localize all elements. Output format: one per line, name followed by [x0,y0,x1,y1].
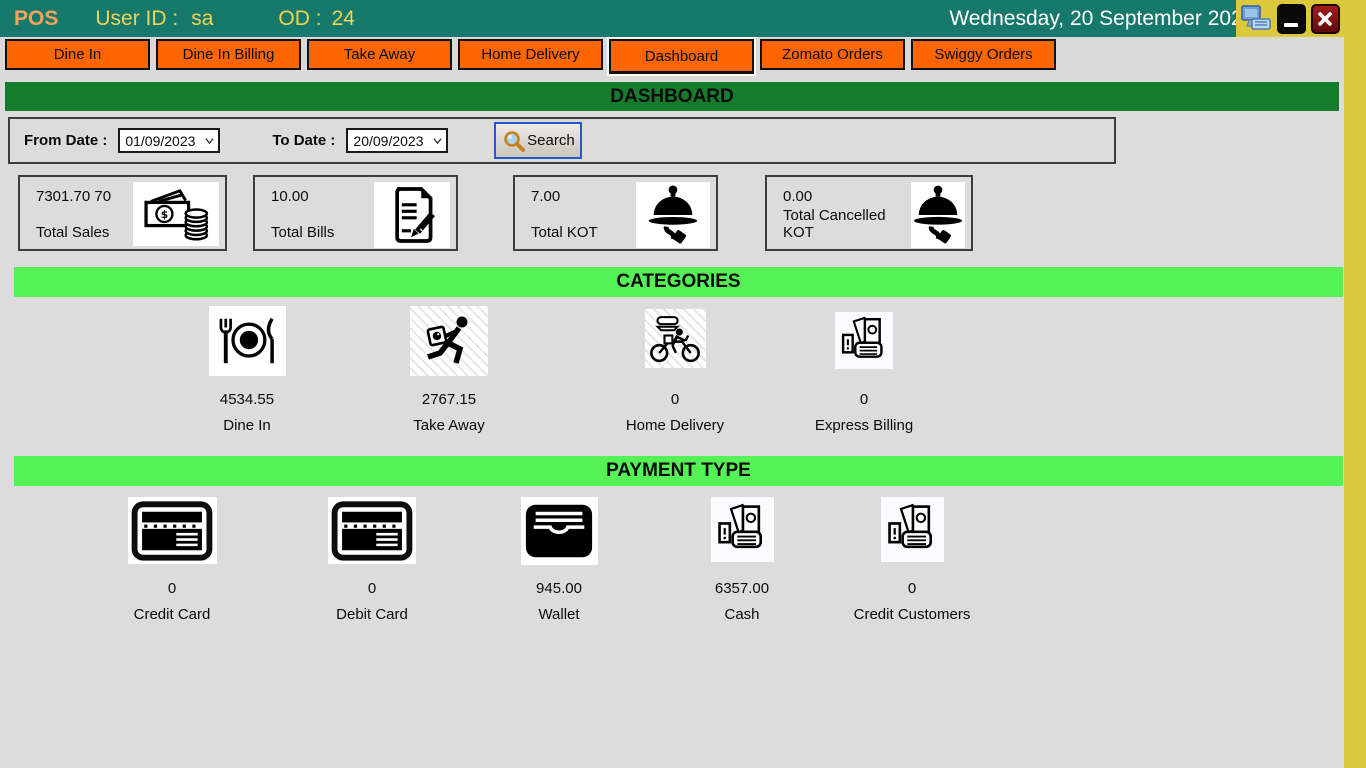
search-icon [502,129,526,153]
to-date-value: 20/09/2023 [353,133,423,149]
close-icon [1317,11,1333,27]
computer-icon[interactable] [1240,4,1272,34]
from-date-label: From Date : [24,132,107,149]
date-filter-panel: From Date : 01/09/2023 To Date : 20/09/2… [8,117,1116,164]
to-date-dropdown[interactable]: 20/09/2023 [346,128,448,153]
payment-label: Debit Card [292,606,452,623]
categories-header: CATEGORIES [14,267,1343,297]
total-sales-value: 7301.70 70 [36,188,111,205]
category-value: 4534.55 [167,391,327,408]
total-bills-card: 10.00 Total Bills [253,175,458,251]
close-button[interactable] [1311,4,1340,34]
total-sales-label: Total Sales [36,224,111,241]
total-bills-value: 10.00 [271,188,334,205]
svg-text:$: $ [161,208,168,221]
tab-take-away[interactable]: Take Away [307,39,452,70]
payment-value: 6357.00 [662,580,822,597]
category-label: Dine In [167,417,327,434]
take-away-runner-icon [410,306,488,376]
total-bills-label: Total Bills [271,224,334,241]
total-kot-card: 7.00 Total KOT [513,175,718,251]
chevron-down-icon [205,136,214,145]
category-take-away: 2767.15 Take Away [369,306,529,434]
search-button[interactable]: Search [494,122,582,159]
payment-credit-customers: 0 Credit Customers [822,497,1002,623]
payment-label: Cash [662,606,822,623]
money-notes-coins-icon: $ [133,182,219,246]
payment-label: Credit Card [92,606,252,623]
search-button-label: Search [527,132,575,149]
dine-in-plate-icon [209,306,286,376]
delivery-bike-icon [645,309,706,368]
total-cancelled-kot-value: 0.00 [783,188,911,205]
hand-cash-icon [835,312,893,369]
to-date-label: To Date : [272,132,335,149]
tab-home-delivery[interactable]: Home Delivery [458,39,603,70]
pos-window: POS User ID : sa OD : 24 Wednesday, 20 S… [0,0,1366,768]
category-label: Express Billing [784,417,944,434]
payment-wallet: 945.00 Wallet [479,497,639,623]
total-sales-card: 7301.70 70 Total Sales $ [18,175,227,251]
category-value: 0 [595,391,755,408]
category-dine-in: 4534.55 Dine In [167,306,327,434]
tab-dine-in-billing[interactable]: Dine In Billing [156,39,301,70]
tab-dine-in[interactable]: Dine In [5,39,150,70]
category-label: Take Away [369,417,529,434]
payment-value: 0 [92,580,252,597]
minimize-icon [1284,23,1298,27]
chevron-down-icon [433,136,442,145]
minimize-button[interactable] [1277,4,1306,34]
od-label: OD : [278,7,321,31]
category-value: 2767.15 [369,391,529,408]
payment-label: Wallet [479,606,639,623]
app-title: POS [14,7,58,31]
payment-type-header: PAYMENT TYPE [14,456,1343,486]
wallet-icon [521,497,598,565]
title-bar: POS User ID : sa OD : 24 Wednesday, 20 S… [0,0,1344,37]
window-controls [1236,0,1344,37]
tab-zomato-orders[interactable]: Zomato Orders [760,39,905,70]
serving-cloche-icon [636,182,710,248]
right-edge-strip [1344,0,1366,768]
user-id-label: User ID : [95,7,178,31]
payment-value: 0 [292,580,452,597]
total-cancelled-kot-card: 0.00 Total Cancelled KOT [765,175,973,251]
payment-credit-card: 0 Credit Card [92,497,252,623]
od-value: 24 [332,7,355,31]
from-date-value: 01/09/2023 [125,133,195,149]
total-cancelled-kot-label: Total Cancelled KOT [783,207,911,241]
category-express-billing: 0 Express Billing [784,306,944,434]
payment-debit-card: 0 Debit Card [292,497,452,623]
serving-cloche-icon [911,182,965,248]
tab-bar: Dine In Dine In Billing Take Away Home D… [0,37,1344,82]
payment-value: 0 [822,580,1002,597]
category-label: Home Delivery [595,417,755,434]
credit-card-icon [128,497,217,564]
hand-cash-icon [711,497,774,562]
total-kot-label: Total KOT [531,224,598,241]
bill-edit-icon [374,182,450,248]
category-home-delivery: 0 Home Delivery [595,306,755,434]
total-kot-value: 7.00 [531,188,598,205]
payment-value: 945.00 [479,580,639,597]
tab-swiggy-orders[interactable]: Swiggy Orders [911,39,1056,70]
category-value: 0 [784,391,944,408]
page-title: DASHBOARD [5,82,1339,111]
tab-dashboard[interactable]: Dashboard [609,39,754,74]
from-date-dropdown[interactable]: 01/09/2023 [118,128,220,153]
user-id-value: sa [191,7,213,31]
debit-card-icon [328,497,416,564]
payment-label: Credit Customers [822,606,1002,623]
hand-cash-icon [881,497,944,562]
payment-cash: 6357.00 Cash [662,497,822,623]
